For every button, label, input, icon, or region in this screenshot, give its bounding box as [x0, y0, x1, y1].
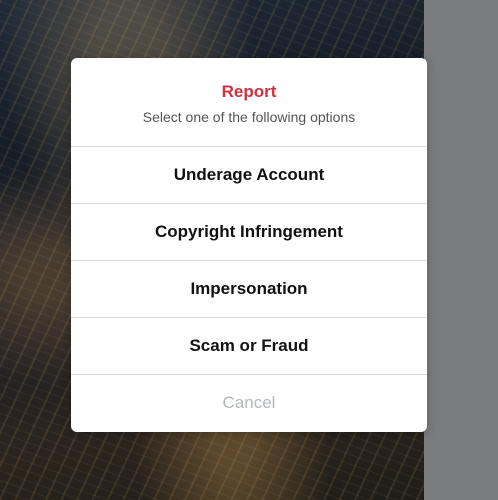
dialog-title: Report — [221, 82, 277, 101]
dialog-header: Report Select one of the following optio… — [71, 58, 427, 146]
report-dialog: Report Select one of the following optio… — [71, 58, 427, 432]
impersonation-option[interactable]: Impersonation — [71, 260, 427, 317]
underage-account-option[interactable]: Underage Account — [71, 146, 427, 203]
cancel-button[interactable]: Cancel — [71, 374, 427, 431]
dialog-subtitle: Select one of the following options — [142, 109, 356, 125]
screen: Report Select one of the following optio… — [0, 0, 498, 500]
scam-or-fraud-option[interactable]: Scam or Fraud — [71, 317, 427, 374]
dim-overlay[interactable] — [424, 0, 498, 500]
copyright-infringement-option[interactable]: Copyright Infringement — [71, 203, 427, 260]
